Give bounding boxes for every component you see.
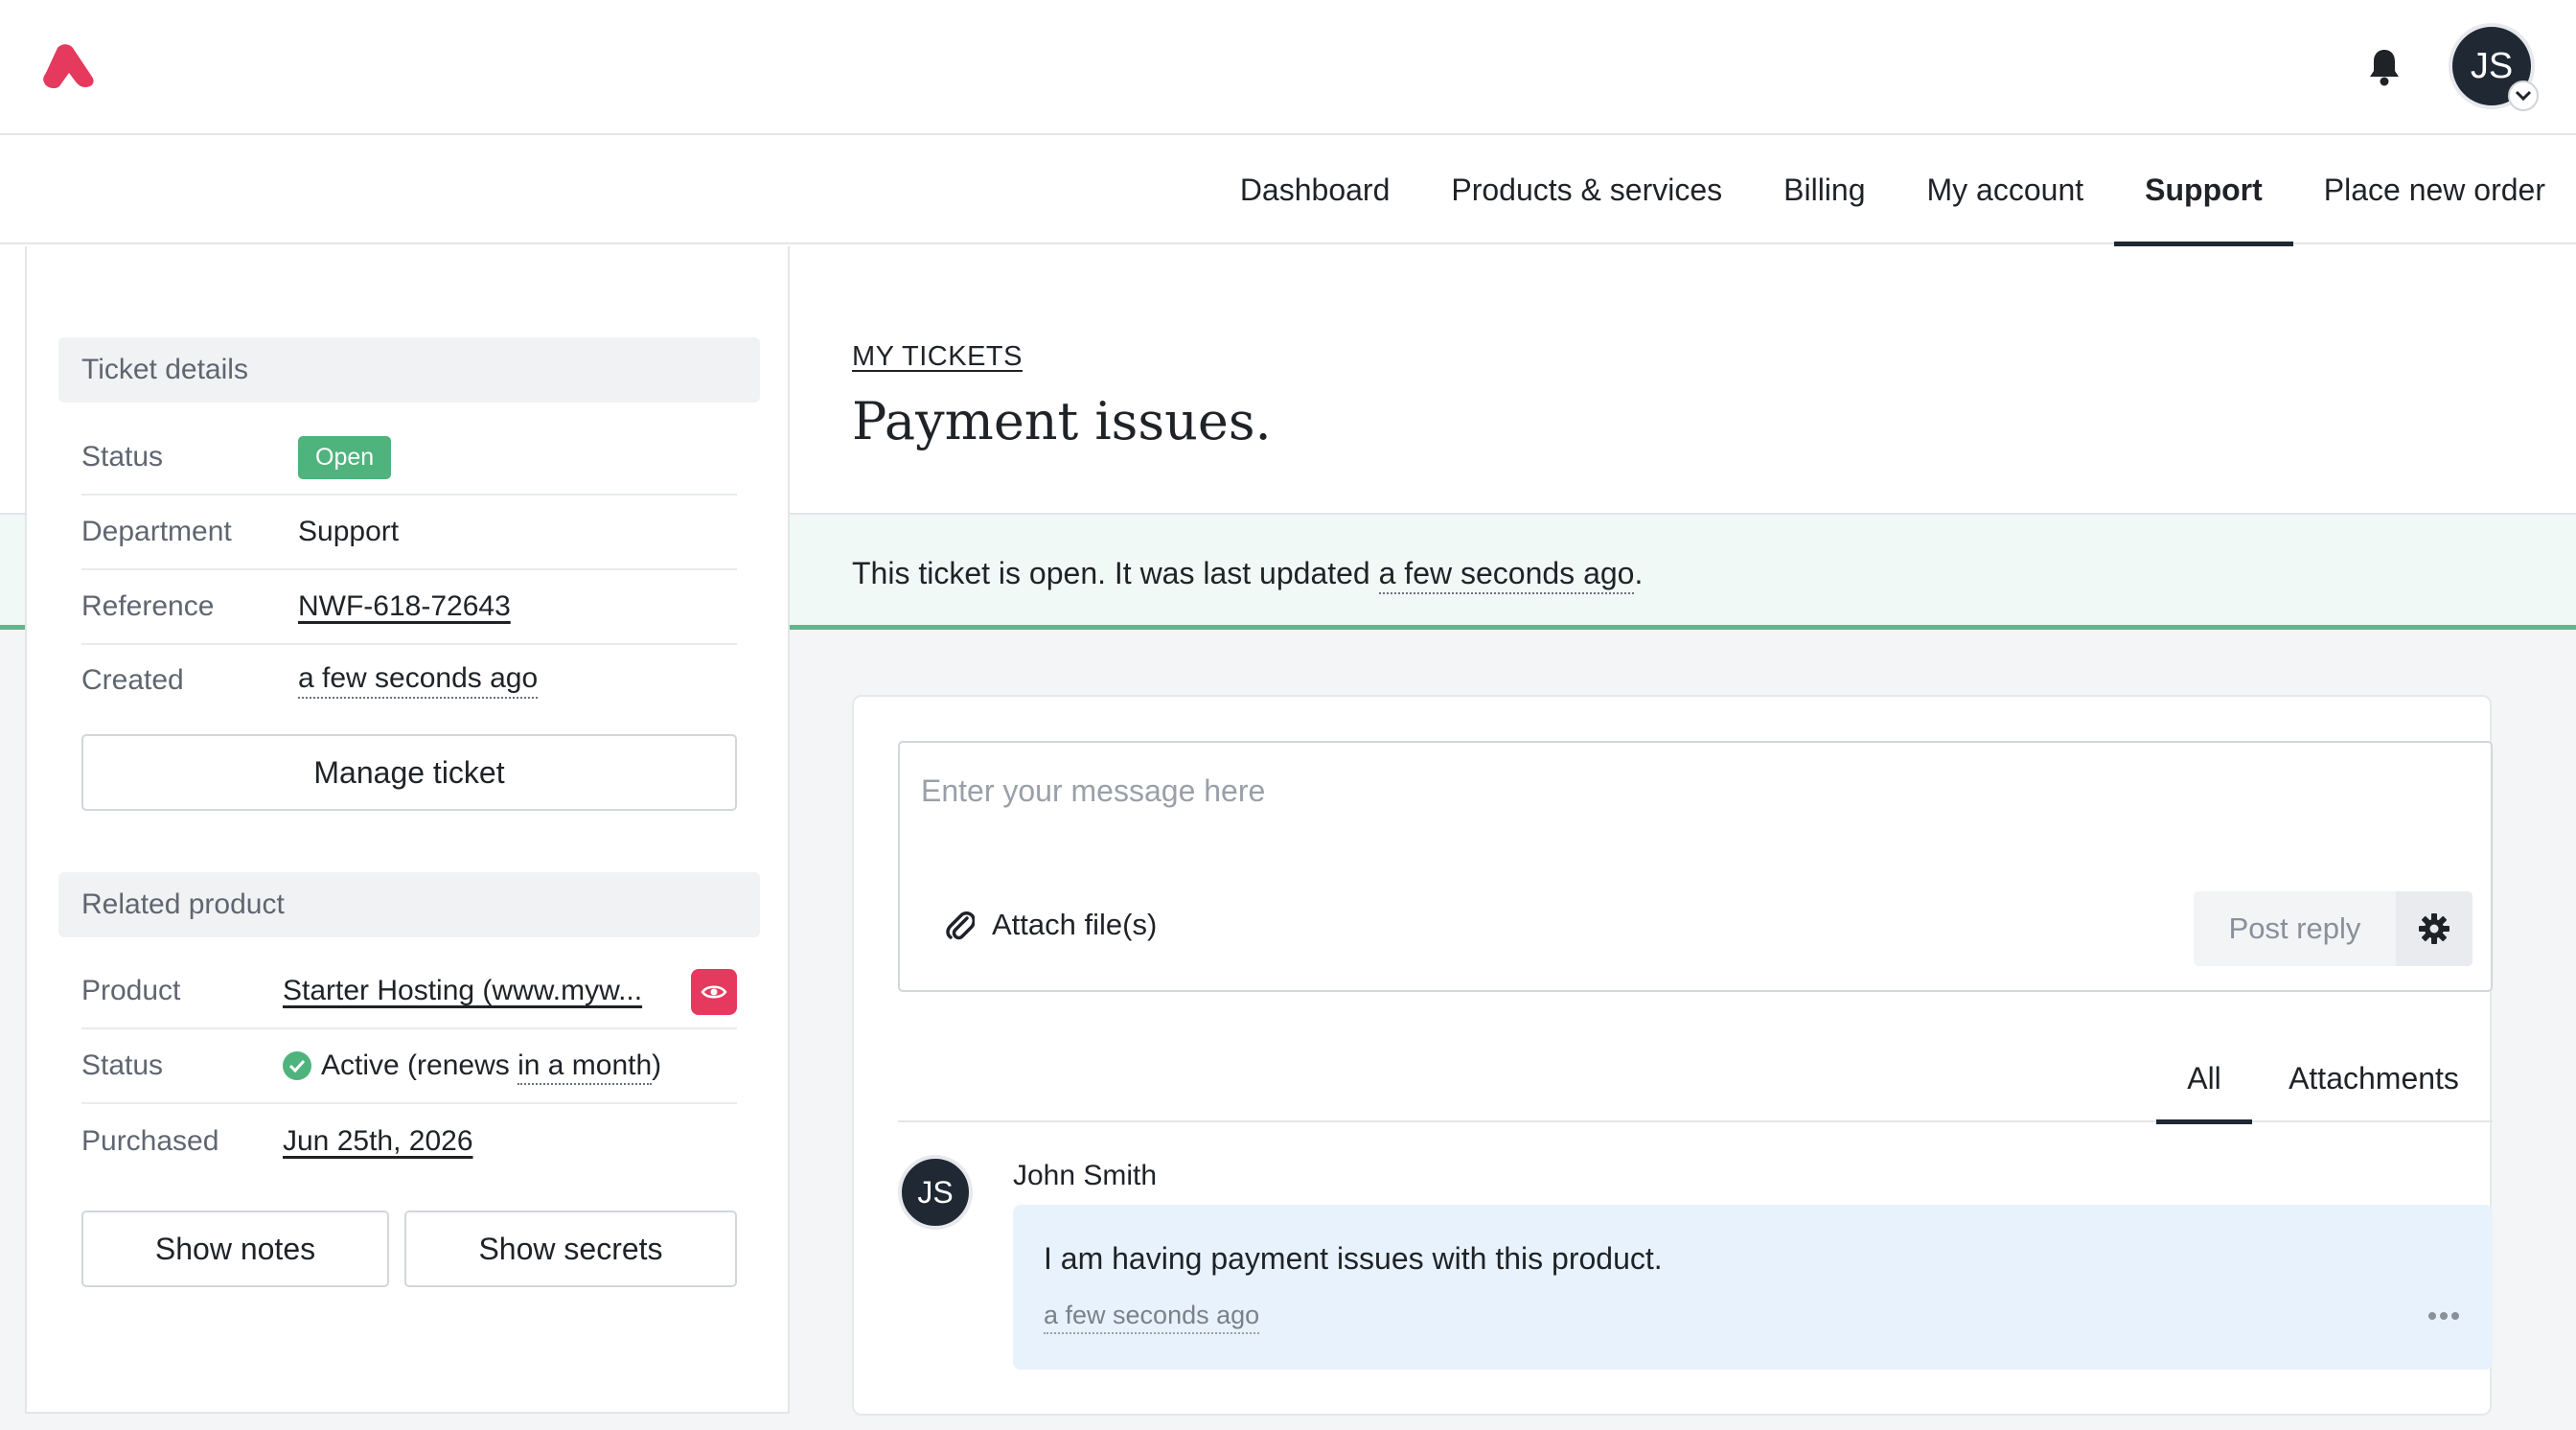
manage-ticket-button[interactable]: Manage ticket bbox=[81, 734, 737, 811]
page-title: Payment issues. bbox=[852, 391, 1272, 451]
message-timestamp: a few seconds ago bbox=[1044, 1301, 1260, 1334]
product-label: Product bbox=[81, 975, 181, 1006]
status-badge: Open bbox=[298, 435, 392, 479]
status-message-suffix: . bbox=[1634, 556, 1644, 590]
message-input[interactable] bbox=[921, 762, 2358, 819]
product-link[interactable]: Starter Hosting (www.myw... bbox=[283, 975, 642, 1007]
product-status-suffix: ) bbox=[652, 1049, 662, 1081]
ticket-details-heading: Ticket details bbox=[58, 337, 760, 403]
breadcrumb[interactable]: MY TICKETS bbox=[852, 341, 1023, 373]
nav-dashboard[interactable]: Dashboard bbox=[1209, 135, 1421, 244]
product-row: Product Starter Hosting (www.myw... bbox=[81, 955, 737, 1029]
message-text: I am having payment issues with this pro… bbox=[1044, 1241, 1663, 1276]
reference-link[interactable]: NWF-618-72643 bbox=[298, 590, 511, 623]
created-row: Created a few seconds ago bbox=[81, 643, 737, 718]
product-status-prefix: Active (renews bbox=[321, 1049, 518, 1081]
show-notes-button[interactable]: Show notes bbox=[81, 1211, 389, 1287]
post-reply-button[interactable]: Post reply bbox=[2194, 891, 2396, 966]
more-options-icon[interactable] bbox=[2427, 1308, 2460, 1326]
avatar: JS bbox=[898, 1155, 973, 1230]
purchased-row: Purchased Jun 25th, 2026 bbox=[81, 1104, 737, 1179]
brand-logo-icon[interactable] bbox=[42, 44, 96, 89]
ticket-sidebar: Ticket details Status Open Department Su… bbox=[25, 246, 790, 1414]
gear-icon[interactable] bbox=[2396, 891, 2472, 966]
show-secrets-button[interactable]: Show secrets bbox=[404, 1211, 737, 1287]
status-message-prefix: This ticket is open. It was last updated bbox=[852, 556, 1379, 590]
department-row: Department Support bbox=[81, 496, 737, 570]
product-status-value: Active (renews in a month) bbox=[321, 1049, 662, 1085]
message-author: John Smith bbox=[1013, 1160, 1158, 1191]
nav-products-services[interactable]: Products & services bbox=[1420, 135, 1753, 244]
purchased-date[interactable]: Jun 25th, 2026 bbox=[283, 1125, 473, 1158]
check-circle-icon bbox=[283, 1051, 311, 1080]
related-product-heading: Related product bbox=[58, 872, 760, 937]
tab-attachments[interactable]: Attachments bbox=[2267, 1034, 2480, 1122]
department-label: Department bbox=[81, 516, 232, 547]
department-value: Support bbox=[298, 516, 400, 547]
ticket-status-row: Status Open bbox=[81, 421, 737, 496]
product-status-label: Status bbox=[81, 1049, 164, 1081]
created-label: Created bbox=[81, 664, 184, 696]
product-renewal-time: in a month bbox=[518, 1049, 653, 1085]
ticket-status-message: This ticket is open. It was last updated… bbox=[852, 556, 1644, 594]
nav-place-new-order[interactable]: Place new order bbox=[2293, 135, 2576, 244]
main-navigation: Dashboard Products & services Billing My… bbox=[0, 135, 2576, 246]
attach-files-button[interactable]: Attach file(s) bbox=[946, 908, 1157, 942]
reference-row: Reference NWF-618-72643 bbox=[81, 570, 737, 645]
product-status-row: Status Active (renews in a month) bbox=[81, 1029, 737, 1104]
nav-support[interactable]: Support bbox=[2114, 135, 2293, 246]
bell-icon[interactable] bbox=[2367, 48, 2402, 86]
eye-icon[interactable] bbox=[691, 969, 737, 1015]
nav-billing[interactable]: Billing bbox=[1753, 135, 1896, 244]
attach-files-label: Attach file(s) bbox=[992, 908, 1158, 941]
message-tabs: All Attachments bbox=[898, 1034, 2493, 1124]
reply-composer: Attach file(s) Post reply bbox=[898, 741, 2493, 992]
tab-all[interactable]: All bbox=[2156, 1034, 2252, 1124]
paperclip-icon bbox=[946, 909, 975, 941]
message-bubble: I am having payment issues with this pro… bbox=[1013, 1205, 2493, 1370]
created-value: a few seconds ago bbox=[298, 662, 539, 699]
purchased-label: Purchased bbox=[81, 1125, 219, 1157]
chevron-down-icon[interactable] bbox=[2508, 81, 2539, 111]
reference-label: Reference bbox=[81, 590, 215, 622]
last-updated-time: a few seconds ago bbox=[1378, 556, 1635, 594]
top-header: JS bbox=[0, 0, 2576, 135]
status-label: Status bbox=[81, 441, 164, 473]
nav-my-account[interactable]: My account bbox=[1897, 135, 2115, 244]
